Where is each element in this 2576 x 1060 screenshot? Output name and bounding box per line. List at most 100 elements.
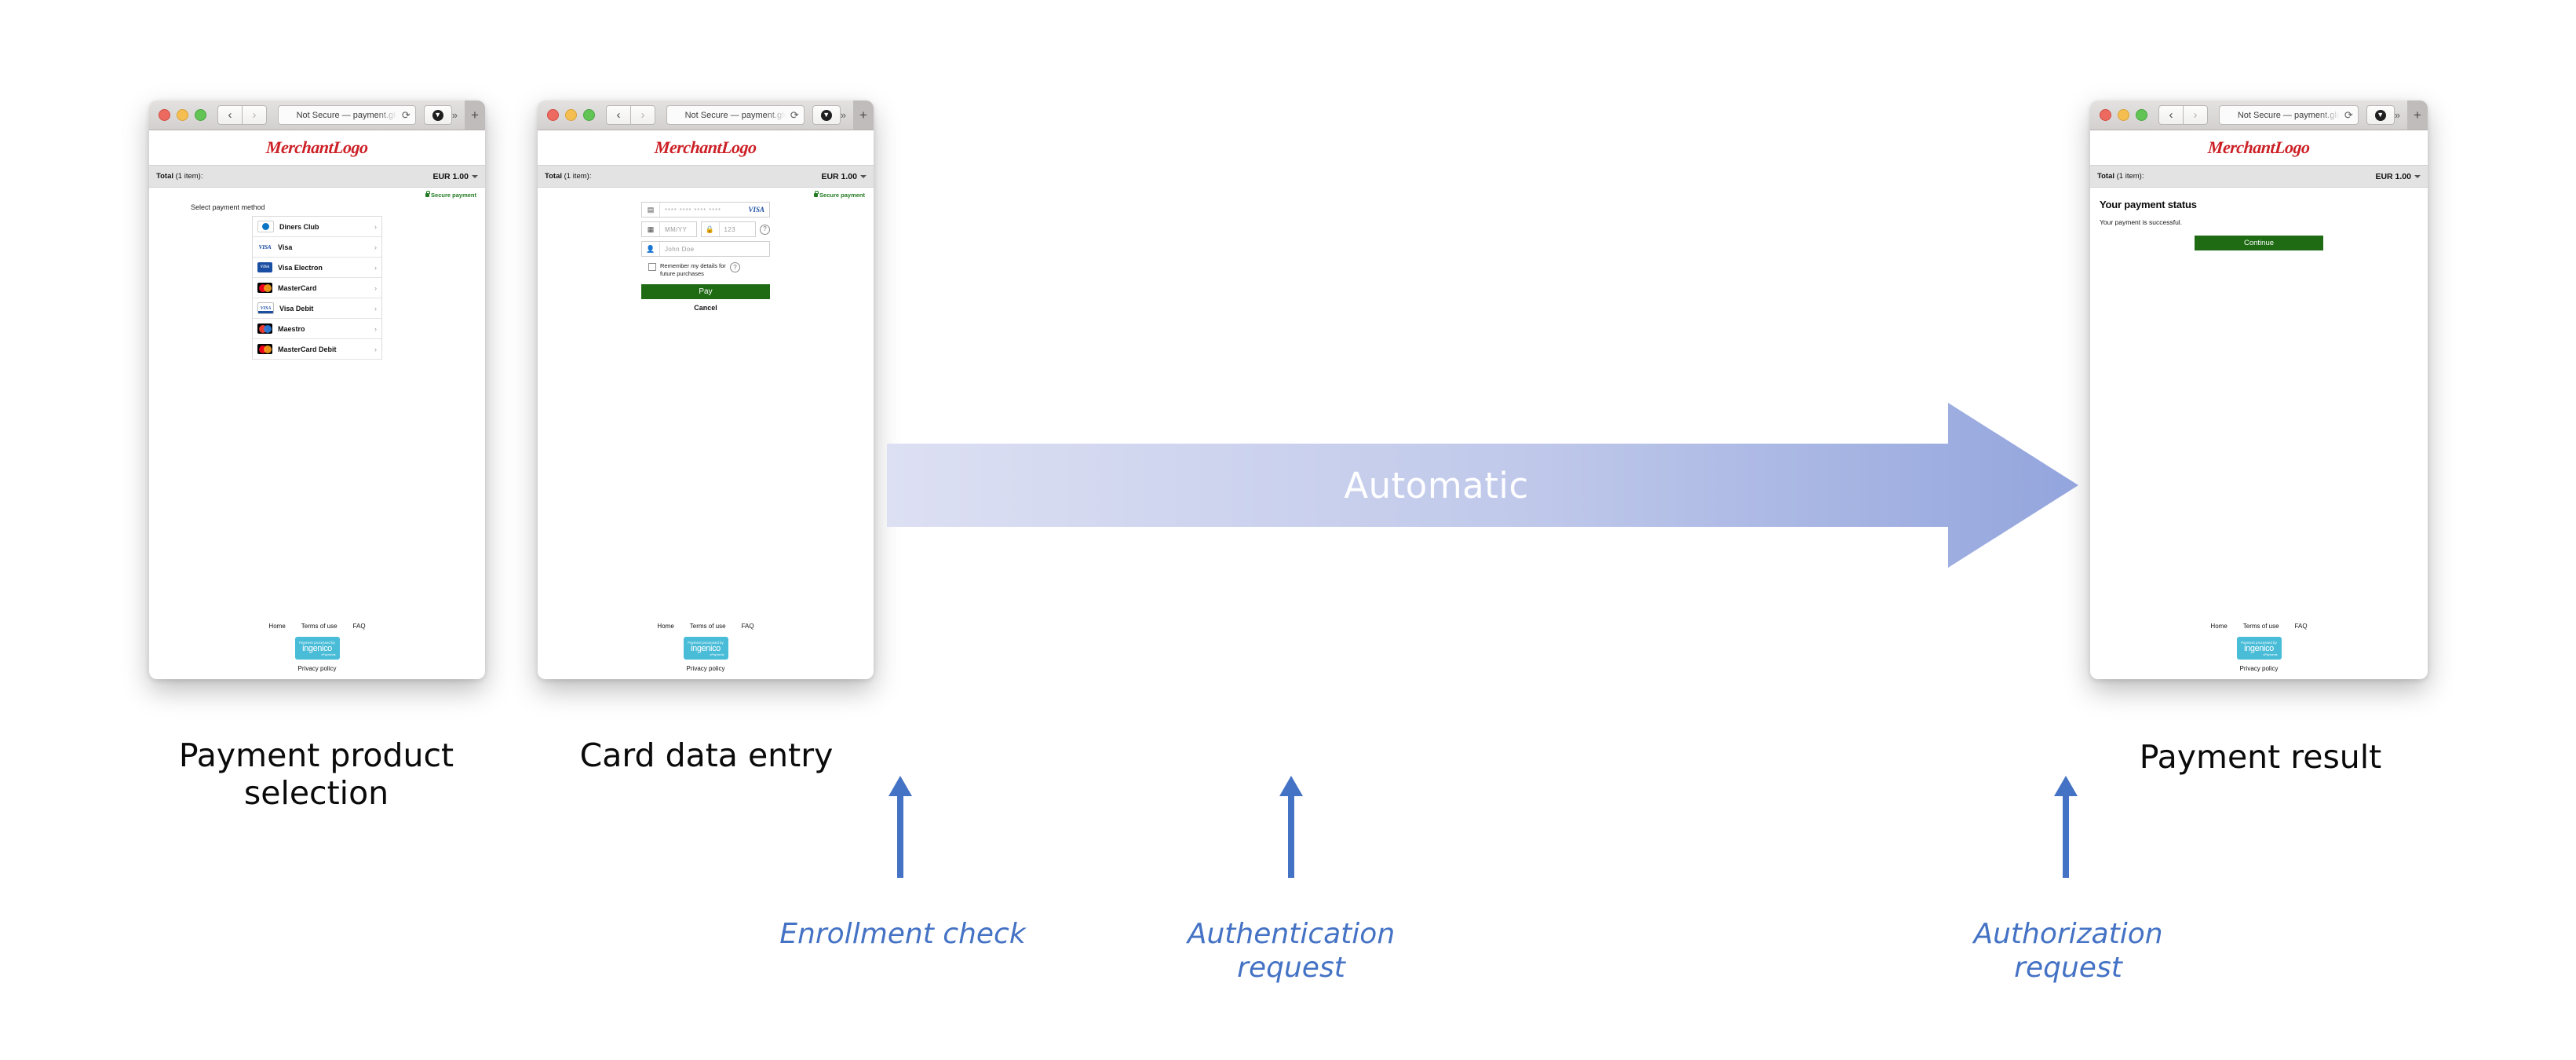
payment-method-visa[interactable]: VISA Visa › (253, 237, 381, 258)
secure-payment-badge: Secure payment (538, 188, 874, 199)
secure-payment-text: Secure payment (431, 192, 476, 199)
close-window-button[interactable] (2100, 109, 2111, 121)
address-bar[interactable]: Not Secure — payment.glob ⟳ (666, 105, 805, 125)
payment-method-label: MasterCard Debit (278, 345, 337, 353)
mastercard-debit-logo-icon (257, 344, 272, 354)
minimize-window-button[interactable] (2118, 109, 2129, 121)
downloads-button[interactable]: ▼ (423, 105, 452, 125)
forward-icon[interactable]: › (242, 105, 267, 125)
back-icon[interactable]: ‹ (2158, 105, 2183, 125)
annotation-enrollment-check: Enrollment check (779, 918, 1026, 950)
maximize-window-button[interactable] (195, 109, 206, 121)
ingenico-badge: Payment processed by ingenico ePayments (2236, 637, 2282, 660)
payment-method-visa-electron[interactable]: VISA Visa Electron › (253, 258, 381, 278)
forward-icon[interactable]: › (2183, 105, 2208, 125)
maximize-window-button[interactable] (2136, 109, 2147, 121)
total-amount-dropdown[interactable]: EUR 1.00 (2375, 172, 2421, 181)
total-amount-dropdown[interactable]: EUR 1.00 (821, 172, 867, 181)
maestro-logo-icon (257, 323, 272, 334)
annotation-authentication-request: Authentication request (1187, 918, 1396, 985)
footer-links: Home Terms of use FAQ (149, 623, 485, 630)
chevron-double-right-icon[interactable]: » (2395, 109, 2407, 121)
remember-help-icon[interactable]: ? (730, 262, 740, 272)
footer-link-terms[interactable]: Terms of use (690, 623, 726, 630)
continue-button[interactable]: Continue (2195, 236, 2323, 250)
downloads-button[interactable]: ▼ (2366, 105, 2395, 125)
plus-icon[interactable]: + (2407, 101, 2428, 130)
visa-electron-logo-icon: VISA (257, 262, 272, 272)
window-traffic-lights[interactable] (159, 109, 206, 121)
ingenico-badge-main: ingenico (691, 643, 721, 653)
footer-link-privacy[interactable]: Privacy policy (538, 665, 874, 672)
downloads-button[interactable]: ▼ (812, 105, 841, 125)
total-label-bold: Total (545, 172, 562, 181)
window-traffic-lights[interactable] (547, 109, 595, 121)
cvc-placeholder: 123 (724, 225, 736, 233)
window-traffic-lights[interactable] (2100, 109, 2147, 121)
cvc-help-icon[interactable]: ? (760, 224, 770, 235)
footer-link-home[interactable]: Home (657, 623, 673, 630)
chevron-right-icon: › (374, 304, 377, 313)
back-icon[interactable]: ‹ (217, 105, 242, 125)
footer-link-faq[interactable]: FAQ (2295, 623, 2308, 630)
cancel-button[interactable]: Cancel (641, 304, 770, 312)
pay-button[interactable]: Pay (641, 284, 770, 300)
payment-method-mastercard[interactable]: MasterCard › (253, 278, 381, 298)
card-number-input[interactable]: ▤ **** **** **** **** VISA (641, 202, 770, 217)
total-bar: Total (1 item): EUR 1.00 (538, 165, 874, 188)
payment-status-section: Your payment status Your payment is succ… (2090, 188, 2428, 226)
secure-payment-text: Secure payment (819, 192, 865, 199)
navigation-buttons[interactable]: ‹ › (217, 105, 267, 125)
address-bar[interactable]: Not Secure — payment.glob ⟳ (278, 105, 416, 125)
footer-link-terms[interactable]: Terms of use (2243, 623, 2279, 630)
cardholder-name-input[interactable]: 👤 John Doe (641, 241, 770, 257)
payment-method-maestro[interactable]: Maestro › (253, 319, 381, 339)
ingenico-badge: Payment processed by ingenico ePayments (294, 637, 340, 660)
total-label: Total (1 item): (545, 172, 591, 181)
reload-icon[interactable]: ⟳ (402, 110, 410, 120)
browser-window-payment-selection: ‹ › Not Secure — payment.glob ⟳ ▼ » + Me… (149, 101, 485, 679)
footer-link-faq[interactable]: FAQ (353, 623, 366, 630)
footer-link-terms[interactable]: Terms of use (301, 623, 338, 630)
footer-link-home[interactable]: Home (2210, 623, 2227, 630)
address-bar[interactable]: Not Secure — payment.glob ⟳ (2219, 105, 2359, 125)
person-icon: 👤 (642, 242, 660, 256)
navigation-buttons[interactable]: ‹ › (606, 105, 655, 125)
forward-icon[interactable]: › (630, 105, 655, 125)
minimize-window-button[interactable] (565, 109, 577, 121)
back-icon[interactable]: ‹ (606, 105, 630, 125)
total-amount-dropdown[interactable]: EUR 1.00 (432, 172, 478, 181)
close-window-button[interactable] (547, 109, 559, 121)
footer-link-privacy[interactable]: Privacy policy (2090, 665, 2428, 672)
payment-method-diners-club[interactable]: Diners Club › (253, 217, 381, 237)
minimize-window-button[interactable] (177, 109, 188, 121)
page-footer: Home Terms of use FAQ Payment processed … (2090, 623, 2428, 679)
chevron-double-right-icon[interactable]: » (452, 109, 465, 121)
remember-details-checkbox[interactable] (648, 263, 656, 271)
close-window-button[interactable] (159, 109, 170, 121)
chevron-down-icon (472, 174, 478, 178)
footer-link-faq[interactable]: FAQ (742, 623, 754, 630)
plus-icon[interactable]: + (853, 101, 874, 130)
payment-method-label: MasterCard (278, 283, 317, 292)
ingenico-badge-sub: ePayments (2263, 652, 2278, 656)
reload-icon[interactable]: ⟳ (2344, 110, 2353, 120)
footer-link-home[interactable]: Home (268, 623, 285, 630)
card-entry-form: ▤ **** **** **** **** VISA ▦ MM/YY 🔒 123… (641, 202, 770, 312)
maximize-window-button[interactable] (583, 109, 595, 121)
chevron-double-right-icon[interactable]: » (841, 109, 853, 121)
payment-method-visa-debit[interactable]: VISA Visa Debit › (253, 298, 381, 319)
plus-icon[interactable]: + (465, 101, 485, 130)
reload-icon[interactable]: ⟳ (790, 110, 799, 120)
total-amount: EUR 1.00 (821, 171, 857, 181)
footer-link-privacy[interactable]: Privacy policy (149, 665, 485, 672)
navigation-buttons[interactable]: ‹ › (2158, 105, 2208, 125)
remember-details-row: Remember my details for future purchases… (641, 262, 770, 278)
chevron-down-icon (2414, 174, 2421, 178)
cvc-input[interactable]: 🔒 123 (700, 221, 756, 237)
payment-method-mastercard-debit[interactable]: MasterCard Debit › (253, 339, 381, 360)
expiry-date-input[interactable]: ▦ MM/YY (641, 221, 697, 237)
credit-card-icon: ▤ (642, 203, 660, 217)
payment-method-label: Visa Electron (278, 263, 323, 272)
download-icon: ▼ (2374, 109, 2386, 121)
